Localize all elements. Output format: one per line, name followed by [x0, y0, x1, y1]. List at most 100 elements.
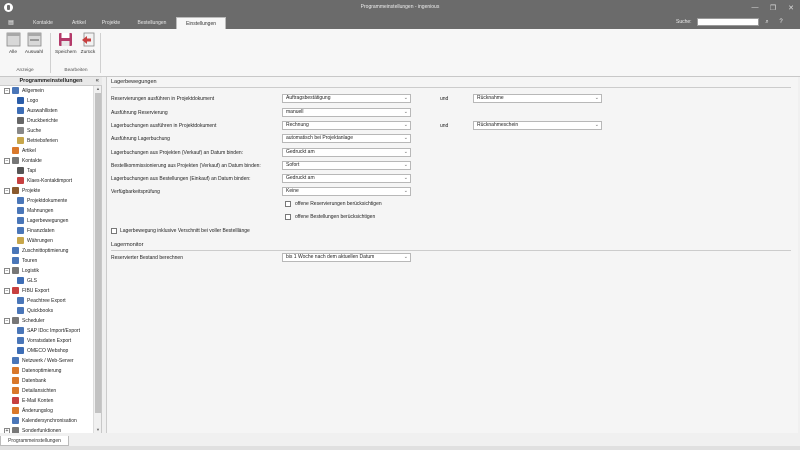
- dropdown-value: Sofort: [286, 162, 300, 168]
- ribbon-separator: [50, 33, 51, 73]
- tree-node-icon: [12, 157, 19, 164]
- scroll-thumb[interactable]: [95, 93, 101, 413]
- tree-item-label: Peachtree Export: [27, 298, 66, 304]
- tab-kontakte[interactable]: Kontakte: [22, 17, 64, 29]
- tree-item-label: Logistik: [22, 268, 39, 274]
- chevron-down-icon: ⌄: [594, 95, 599, 101]
- setting-dropdown[interactable]: Keine ⌄: [282, 187, 411, 196]
- inklusive-verschnitt-checkbox[interactable]: [111, 228, 117, 234]
- setting-dropdown[interactable]: Gedruckt am ⌄: [282, 148, 411, 157]
- tree-node-icon: [12, 87, 19, 94]
- setting-dropdown[interactable]: manuell ⌄: [282, 108, 411, 117]
- setting-dropdown[interactable]: Rechnung ⌄: [282, 121, 411, 130]
- file-menu-icon[interactable]: ▤: [3, 17, 19, 28]
- chevron-down-icon: ⌄: [403, 149, 408, 155]
- tree-node-icon: [17, 137, 24, 144]
- setting-dropdown[interactable]: Gedruckt am ⌄: [282, 174, 411, 183]
- chevron-down-icon: ⌄: [594, 122, 599, 128]
- tree-item-label: Druckberichte: [27, 118, 58, 124]
- tree-node-icon: [12, 287, 19, 294]
- auswahl-button[interactable]: Auswahl: [24, 32, 44, 55]
- dropdown-value: automatisch bei Projektanlage: [286, 135, 353, 141]
- back-icon: [81, 32, 94, 47]
- setting-secondary-dropdown[interactable]: Rücknahme ⌄: [473, 94, 602, 103]
- search-input[interactable]: [697, 18, 759, 26]
- tree-node-icon: [17, 297, 24, 304]
- chevron-down-icon: ⌄: [403, 254, 408, 260]
- tree-item-label: Klaes-Kontaktimport: [27, 178, 73, 184]
- tree-node-icon: [17, 347, 24, 354]
- tree-node-icon: [17, 217, 24, 224]
- alle-label: Alle: [9, 50, 17, 55]
- tree-item-label: Allgemein: [22, 88, 44, 94]
- tree-scrollbar[interactable]: ▲ ▼: [93, 86, 101, 433]
- tree-item-label: Mahnungen: [27, 208, 54, 214]
- tree-node-icon: [12, 357, 19, 364]
- section-divider: [111, 250, 791, 251]
- chevron-down-icon: ⌄: [403, 162, 408, 168]
- tab-einstellungen[interactable]: Einstellungen: [176, 17, 226, 29]
- reservierter-bestand-dropdown[interactable]: bis 1 Woche nach dem aktuellen Datum ⌄: [282, 253, 411, 262]
- setting-dropdown[interactable]: Auftragsbestätigung ⌄: [282, 94, 411, 103]
- chevron-down-icon: ⌄: [403, 135, 408, 141]
- group-bearbeiten-label: Bearbeiten: [64, 68, 88, 73]
- tree-node-icon: [12, 147, 19, 154]
- setting-secondary-dropdown[interactable]: Rücknahmeschein ⌄: [473, 121, 602, 130]
- help-icon[interactable]: ?: [776, 17, 786, 27]
- dropdown-value: Rücknahme: [477, 95, 504, 101]
- collapse-node-icon[interactable]: −: [4, 318, 10, 324]
- tree-node-icon: [12, 377, 19, 384]
- title-bar: Programmeinstellungen - ingenious — ❐ ✕: [0, 0, 800, 15]
- tree-node-icon: [12, 407, 19, 414]
- lagermonitor-row-label: Reservierter Bestand berechnen: [111, 255, 183, 261]
- tree-node-icon: [12, 397, 19, 404]
- setting-dropdown[interactable]: automatisch bei Projektanlage ⌄: [282, 134, 411, 143]
- alle-button[interactable]: Alle: [3, 32, 23, 55]
- speichern-button[interactable]: Speichern: [55, 32, 77, 55]
- collapse-node-icon[interactable]: −: [4, 188, 10, 194]
- collapse-node-icon[interactable]: −: [4, 288, 10, 294]
- scroll-down-icon[interactable]: ▼: [94, 427, 102, 433]
- tree-item-label: Scheduler: [22, 318, 45, 324]
- maximize-icon[interactable]: ❐: [764, 0, 782, 15]
- setting-dropdown[interactable]: Sofort ⌄: [282, 161, 411, 170]
- offene-reservierungen-checkbox[interactable]: [285, 201, 291, 207]
- tab-artikel[interactable]: Artikel: [64, 17, 94, 29]
- tree-node-icon: [12, 417, 19, 424]
- tree-node-icon: [17, 237, 24, 244]
- tree-node-icon: [12, 267, 19, 274]
- scroll-up-icon[interactable]: ▲: [94, 86, 102, 92]
- tab-projekte[interactable]: Projekte: [94, 17, 128, 29]
- zurueck-button[interactable]: Zurück: [78, 32, 98, 55]
- tree-node-icon: [12, 247, 19, 254]
- offene-reservierungen-label: offene Reservierungen berücksichtigen: [295, 201, 382, 207]
- tab-bestellungen[interactable]: Bestellungen: [128, 17, 176, 29]
- tree-node-icon: [17, 117, 24, 124]
- main-area: Lagerbewegungen Reservierungen ausführen…: [102, 77, 800, 433]
- offene-bestellungen-checkbox[interactable]: [285, 214, 291, 220]
- collapse-node-icon[interactable]: −: [4, 88, 10, 94]
- tree-node-icon: [12, 387, 19, 394]
- collapse-node-icon[interactable]: −: [4, 268, 10, 274]
- collapse-node-icon[interactable]: −: [4, 158, 10, 164]
- tree-item-label: Änderungslog: [22, 408, 53, 414]
- expand-node-icon[interactable]: +: [4, 428, 10, 433]
- tree-item-label: Datenbank: [22, 378, 47, 384]
- window-title: Programmeinstellungen - ingenious: [360, 4, 440, 10]
- tree-item-label: Detailansichten: [22, 388, 57, 394]
- setting-label: Lagerbuchungen aus Bestellungen (Einkauf…: [111, 176, 251, 182]
- collapse-icon[interactable]: «: [96, 77, 99, 86]
- tree-item-label: GLS: [27, 278, 38, 284]
- setting-label: Lagerbuchungen ausführen in Projektdokum…: [111, 123, 217, 129]
- tree-item-label: Datenoptimierung: [22, 368, 62, 374]
- minimize-icon[interactable]: —: [746, 0, 764, 15]
- zurueck-label: Zurück: [80, 50, 96, 55]
- search-icon[interactable]: ⌕: [762, 17, 772, 27]
- tree-item-label: Kontakte: [22, 158, 42, 164]
- navigator-bottom-tab[interactable]: Programmeinstellungen: [0, 436, 69, 446]
- tree-node-icon: [12, 187, 19, 194]
- grid-all-icon: [6, 32, 20, 47]
- close-icon[interactable]: ✕: [782, 0, 800, 15]
- tree-item-label: FIBU Export: [22, 288, 50, 294]
- speichern-label: Speichern: [55, 50, 77, 55]
